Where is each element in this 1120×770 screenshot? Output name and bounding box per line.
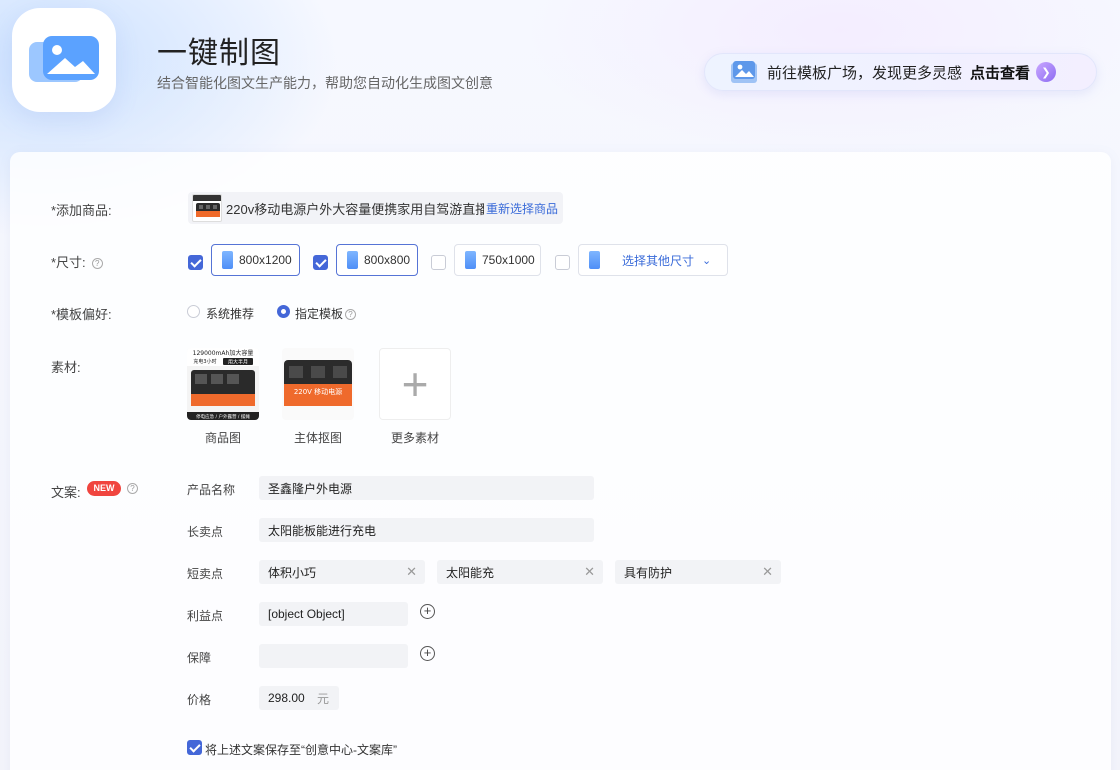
template-pref-label: *模板偏好: bbox=[51, 307, 112, 322]
material-caption-more: 更多素材 bbox=[390, 431, 439, 445]
size-800x1200-checkbox[interactable] bbox=[188, 255, 203, 270]
new-badge: NEW bbox=[87, 481, 121, 496]
template-square-banner[interactable]: 前往模板广场，发现更多灵感 点击查看 ❯ bbox=[704, 53, 1097, 91]
plus-icon: + bbox=[401, 358, 429, 410]
size-option-750x1000[interactable]: 750x1000 bbox=[454, 244, 541, 276]
page-title: 一键制图 bbox=[157, 37, 281, 70]
price-input[interactable]: 298.00 元 bbox=[259, 686, 339, 710]
benefit-input[interactable]: [object Object] bbox=[259, 602, 408, 626]
form-card bbox=[10, 152, 1111, 770]
guarantee-label: 保障 bbox=[187, 651, 212, 665]
short-point-input-2[interactable]: 太阳能充 ✕ bbox=[437, 560, 603, 584]
template-picture-icon bbox=[731, 61, 757, 83]
material-caption-cutout: 主体抠图 bbox=[293, 431, 342, 445]
selected-product: 220v移动电源户外大容量便携家用自驾游直播... 重新选择商品 bbox=[188, 192, 563, 224]
product-label: *添加商品: bbox=[51, 203, 112, 218]
price-label: 价格 bbox=[187, 693, 212, 707]
svg-text:用大半月: 用大半月 bbox=[228, 359, 248, 366]
add-guarantee-plus-icon[interactable]: + bbox=[420, 646, 435, 661]
radio-system-recommend-label[interactable]: 系统推荐 bbox=[206, 305, 254, 322]
size-other-dropdown[interactable]: 选择其他尺寸 ⌄ bbox=[578, 244, 728, 276]
size-label: *尺寸:? bbox=[51, 252, 103, 271]
close-icon[interactable]: ✕ bbox=[762, 564, 773, 580]
materials-label: 素材: bbox=[51, 360, 81, 375]
size-750x1000-checkbox[interactable] bbox=[431, 255, 446, 270]
long-point-input[interactable]: 太阳能板能进行充电 bbox=[259, 518, 594, 542]
close-icon[interactable]: ✕ bbox=[584, 564, 595, 580]
copy-label: 文案: bbox=[51, 485, 81, 500]
banner-text: 前往模板广场，发现更多灵感 bbox=[767, 64, 963, 82]
add-material-button[interactable]: + bbox=[379, 348, 451, 420]
long-point-label: 长卖点 bbox=[187, 525, 224, 539]
close-icon[interactable]: ✕ bbox=[406, 564, 417, 580]
portrait-size-icon bbox=[465, 251, 476, 269]
radio-specified-template-label[interactable]: 指定模板? bbox=[295, 305, 357, 322]
product-name-input[interactable]: 圣鑫隆户外电源 bbox=[259, 476, 594, 500]
size-option-800x1200[interactable]: 800x1200 bbox=[211, 244, 300, 276]
save-copy-label[interactable]: 将上述文案保存至“创意中心-文案库” bbox=[205, 741, 397, 758]
material-product-image[interactable]: 129000mAh加大容量 充电3小时 用大半月 停电应急 / 户外露营 / 摆… bbox=[187, 348, 259, 420]
help-icon: ? bbox=[91, 258, 103, 269]
short-point-label: 短卖点 bbox=[187, 567, 224, 581]
square-size-icon bbox=[347, 251, 358, 269]
size-800x800-checkbox[interactable] bbox=[313, 255, 328, 270]
svg-text:220V 移动电源: 220V 移动电源 bbox=[294, 387, 342, 396]
chevron-right-icon[interactable]: ❯ bbox=[1036, 62, 1057, 82]
page-subtitle: 结合智能化图文生产能力，帮助您自动化生成图文创意 bbox=[157, 75, 493, 91]
product-name: 220v移动电源户外大容量便携家用自驾游直播... bbox=[226, 201, 484, 217]
short-point-input-3[interactable]: 具有防护 ✕ bbox=[615, 560, 781, 584]
product-thumbnail bbox=[192, 194, 222, 222]
page: 一键制图 结合智能化图文生产能力，帮助您自动化生成图文创意 前往模板广场，发现更… bbox=[0, 0, 1120, 770]
short-point-input-1[interactable]: 体积小巧 ✕ bbox=[259, 560, 425, 584]
guarantee-input[interactable] bbox=[259, 644, 408, 668]
help-icon: ? bbox=[127, 483, 138, 494]
help-icon: ? bbox=[345, 309, 357, 320]
size-icon bbox=[589, 251, 600, 269]
svg-text:充电3小时: 充电3小时 bbox=[193, 358, 216, 365]
banner-link[interactable]: 点击查看 bbox=[970, 62, 1030, 83]
benefit-label: 利益点 bbox=[187, 609, 224, 623]
add-benefit-plus-icon[interactable]: + bbox=[420, 604, 435, 619]
radio-specified-template[interactable] bbox=[277, 305, 290, 318]
size-other-checkbox[interactable] bbox=[555, 255, 570, 270]
material-cutout-image[interactable]: 220V 移动电源 bbox=[282, 348, 354, 420]
chevron-down-icon: ⌄ bbox=[702, 254, 712, 267]
app-logo-icon bbox=[12, 8, 116, 112]
size-option-800x800[interactable]: 800x800 bbox=[336, 244, 418, 276]
product-name-label: 产品名称 bbox=[187, 483, 236, 497]
material-caption-product: 商品图 bbox=[204, 431, 241, 445]
svg-text:129000mAh加大容量: 129000mAh加大容量 bbox=[193, 349, 254, 357]
reselect-product-link[interactable]: 重新选择商品 bbox=[486, 200, 558, 217]
price-unit: 元 bbox=[316, 691, 329, 706]
portrait-size-icon bbox=[222, 251, 233, 269]
save-copy-checkbox[interactable] bbox=[187, 740, 202, 755]
svg-text:停电应急 / 户外露营 / 摆摊: 停电应急 / 户外露营 / 摆摊 bbox=[196, 413, 250, 420]
radio-system-recommend[interactable] bbox=[187, 305, 200, 318]
